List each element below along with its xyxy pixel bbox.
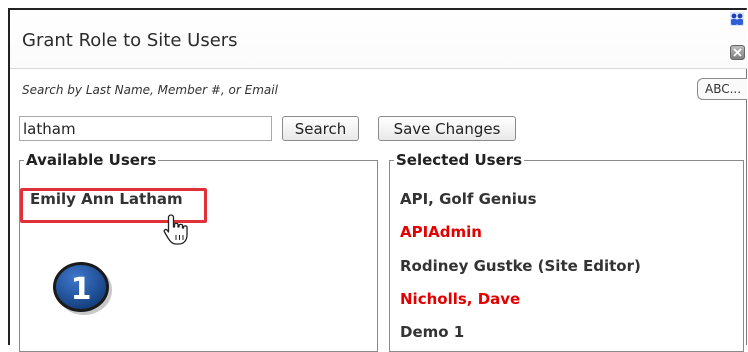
- dialog-titlebar: Grant Role to Site Users: [10, 10, 747, 69]
- dialog-title: Grant Role to Site Users: [22, 30, 238, 51]
- search-button[interactable]: Search: [282, 116, 359, 141]
- grant-role-dialog: Grant Role to Site Users Search by Last …: [8, 8, 747, 352]
- search-hint: Search by Last Name, Member #, or Email: [22, 83, 278, 97]
- selected-user-item[interactable]: API, Golf Genius: [400, 190, 537, 208]
- alphabet-filter-button[interactable]: ABC...: [697, 78, 747, 100]
- selected-user-item[interactable]: Demo 1: [400, 323, 464, 341]
- hand-pointer-icon: [163, 214, 188, 245]
- user-group-icon[interactable]: [730, 11, 744, 26]
- selected-user-item[interactable]: Rodiney Gustke (Site Editor): [400, 257, 641, 275]
- step-number-badge: 1: [53, 262, 112, 315]
- selected-user-item[interactable]: Nicholls, Dave: [400, 290, 520, 308]
- selected-users-panel: Selected Users API, Golf Genius APIAdmin…: [389, 152, 744, 352]
- available-users-legend: Available Users: [26, 151, 157, 169]
- selected-users-legend: Selected Users: [396, 151, 523, 169]
- close-button[interactable]: [730, 45, 745, 60]
- available-users-panel: Available Users Emily Ann Latham 1: [19, 152, 378, 352]
- selected-user-item[interactable]: APIAdmin: [400, 223, 482, 241]
- search-input[interactable]: [19, 116, 272, 141]
- close-icon: [733, 48, 742, 57]
- step-number: 1: [71, 272, 92, 307]
- save-changes-button[interactable]: Save Changes: [378, 116, 516, 141]
